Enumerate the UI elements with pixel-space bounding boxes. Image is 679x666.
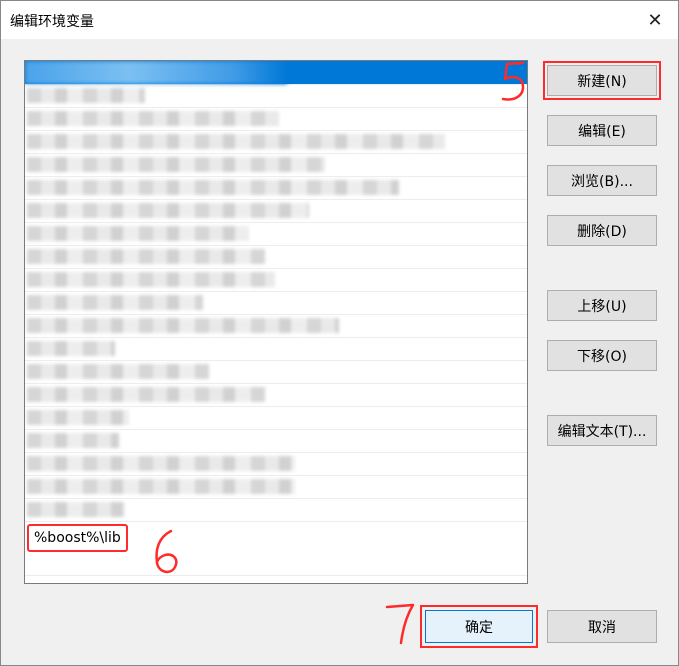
- new-button[interactable]: 新建(N): [543, 61, 661, 100]
- list-item[interactable]: [25, 84, 527, 108]
- blurred-text: [27, 157, 325, 172]
- list-item-selected[interactable]: [25, 61, 527, 85]
- blurred-text: [27, 180, 399, 195]
- list-item[interactable]: [25, 552, 527, 576]
- blurred-text: [27, 433, 119, 448]
- annotation-step-7: [385, 603, 415, 645]
- blurred-text: [27, 249, 265, 264]
- list-item[interactable]: [25, 452, 527, 476]
- blurred-text: [27, 502, 125, 517]
- list-item[interactable]: [25, 199, 527, 223]
- list-item[interactable]: [25, 153, 527, 177]
- move-up-button[interactable]: 上移(U): [547, 290, 657, 321]
- blurred-text: [27, 341, 115, 356]
- blurred-text: [27, 479, 295, 494]
- blurred-text: [27, 318, 339, 333]
- list-item[interactable]: [25, 406, 527, 430]
- blurred-text: [27, 134, 445, 149]
- blurred-text: [27, 456, 295, 471]
- blurred-text: [27, 364, 209, 379]
- close-button[interactable]: ✕: [638, 5, 672, 35]
- dialog-title: 编辑环境变量: [10, 14, 94, 30]
- edit-env-variable-dialog: 编辑环境变量 ✕ %boost%\lib 新建(N) 编辑(E) 浏览(B)..…: [0, 0, 679, 666]
- list-item[interactable]: [25, 130, 527, 154]
- blurred-text: [27, 272, 275, 287]
- delete-button[interactable]: 删除(D): [547, 215, 657, 246]
- blurred-text: [27, 88, 145, 103]
- list-item[interactable]: [25, 314, 527, 338]
- list-item[interactable]: [25, 291, 527, 315]
- title-bar: 编辑环境变量 ✕: [1, 1, 678, 39]
- path-list[interactable]: %boost%\lib: [24, 60, 528, 584]
- annotation-step-5: [501, 61, 525, 101]
- ok-button[interactable]: 确定: [420, 605, 538, 648]
- cancel-button[interactable]: 取消: [547, 610, 657, 643]
- move-down-button[interactable]: 下移(O): [547, 340, 657, 371]
- list-item[interactable]: [25, 429, 527, 453]
- blurred-text: [25, 61, 287, 84]
- list-item[interactable]: [25, 107, 527, 131]
- list-item[interactable]: [25, 176, 527, 200]
- list-item[interactable]: [25, 360, 527, 384]
- annotation-step-6: [155, 529, 178, 574]
- blurred-text: [27, 226, 249, 241]
- edit-text-button[interactable]: 编辑文本(T)...: [547, 415, 657, 446]
- blurred-text: [27, 295, 203, 310]
- list-item[interactable]: [25, 245, 527, 269]
- list-item[interactable]: [25, 222, 527, 246]
- list-item[interactable]: [25, 268, 527, 292]
- list-item-editing[interactable]: %boost%\lib: [25, 522, 527, 552]
- list-item[interactable]: [25, 383, 527, 407]
- blurred-text: [27, 111, 279, 126]
- edit-button[interactable]: 编辑(E): [547, 115, 657, 146]
- new-path-input[interactable]: %boost%\lib: [27, 524, 128, 552]
- list-item[interactable]: [25, 475, 527, 499]
- browse-button[interactable]: 浏览(B)...: [547, 165, 657, 196]
- blurred-text: [27, 203, 309, 218]
- list-item[interactable]: [25, 498, 527, 522]
- list-item[interactable]: [25, 337, 527, 361]
- blurred-text: [27, 410, 129, 425]
- blurred-text: [27, 387, 265, 402]
- close-icon: ✕: [647, 9, 663, 31]
